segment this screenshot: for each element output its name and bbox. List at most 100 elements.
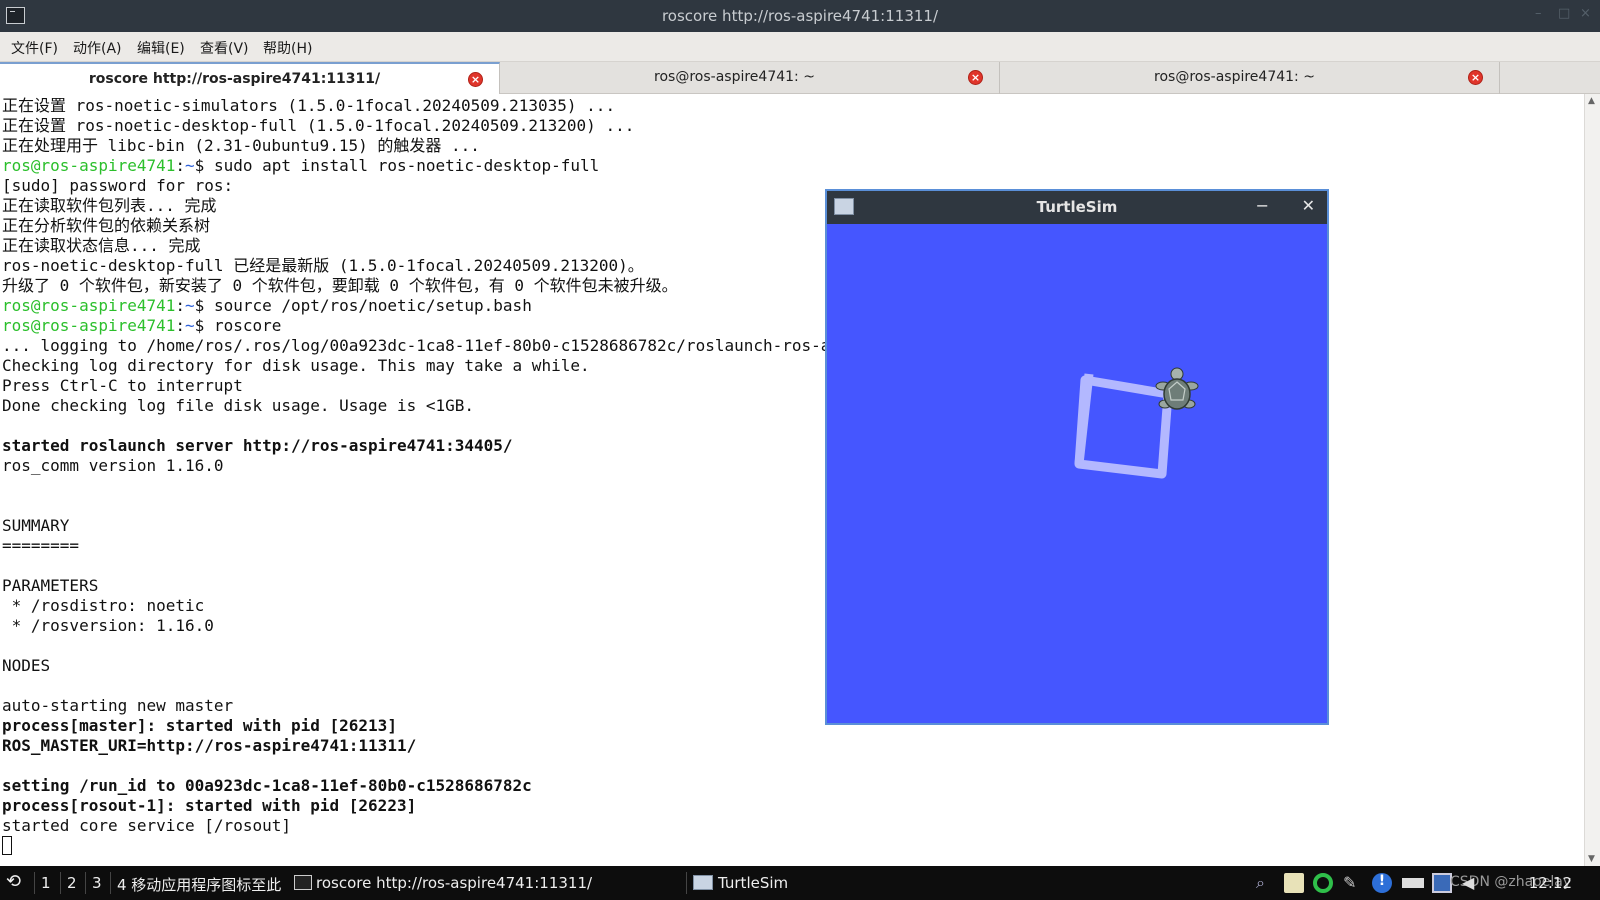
turtlesim-canvas xyxy=(1074,367,1199,479)
menu-file[interactable]: 文件(F) xyxy=(11,38,58,58)
close-icon[interactable]: ✕ xyxy=(1302,196,1315,215)
tab-close-icon[interactable]: × xyxy=(1468,70,1483,85)
clipboard-icon[interactable] xyxy=(1284,873,1304,893)
task-roscore[interactable]: roscore http://ros-aspire4741:11311/ xyxy=(316,874,592,892)
terminal-text: roscore xyxy=(213,316,282,335)
tab-terminal-3[interactable]: ros@ros-aspire4741: ~ × xyxy=(1000,62,1500,94)
terminal-text: 正在读取状态信息... 完成 xyxy=(2,236,201,255)
menu-view[interactable]: 查看(V) xyxy=(200,38,249,58)
terminal-line: [sudo] password for ros: xyxy=(2,176,1584,196)
turtlesim-titlebar[interactable]: TurtleSim − ✕ xyxy=(827,191,1327,224)
terminal-line: process[master]: started with pid [26213… xyxy=(2,716,1584,736)
keyboard-icon[interactable] xyxy=(1402,878,1424,888)
turtlesim-window[interactable]: TurtleSim − ✕ xyxy=(825,189,1329,725)
menu-edit[interactable]: 编辑(E) xyxy=(137,38,185,58)
tab-label: roscore http://ros-aspire4741:11311/ xyxy=(88,71,381,87)
scroll-up-icon[interactable]: ▲ xyxy=(1588,96,1595,106)
terminal-line: ros_comm version 1.16.0 xyxy=(2,456,1584,476)
terminal-text: sudo apt install ros-noetic-desktop-full xyxy=(213,156,600,175)
app-menu-icon[interactable]: ⟲ xyxy=(6,871,21,892)
network-icon[interactable] xyxy=(1432,873,1452,893)
tab-bar: roscore http://ros-aspire4741:11311/ × r… xyxy=(0,62,1600,94)
scroll-down-icon[interactable]: ▼ xyxy=(1588,854,1595,864)
pen-icon[interactable]: ✎ xyxy=(1343,873,1363,893)
menu-action[interactable]: 动作(A) xyxy=(73,38,122,58)
turtle-icon xyxy=(1155,367,1199,410)
terminal-line: auto-starting new master xyxy=(2,696,1584,716)
terminal-line: 正在设置 ros-noetic-simulators (1.5.0-1focal… xyxy=(2,96,1584,116)
terminal-line: ======== xyxy=(2,536,1584,556)
prompt-path: ~ xyxy=(185,316,195,335)
terminal-line: 正在读取软件包列表... 完成 xyxy=(2,196,1584,216)
terminal-line: * /rosversion: 1.16.0 xyxy=(2,616,1584,636)
terminal-line: ... logging to /home/ros/.ros/log/00a923… xyxy=(2,336,1584,356)
prompt-user: ros@ros-aspire4741 xyxy=(2,316,176,335)
window-icon xyxy=(693,875,713,890)
terminal-text: NODES xyxy=(2,656,51,675)
terminal-line: Done checking log file disk usage. Usage… xyxy=(2,396,1584,416)
terminal-text: 正在设置 ros-noetic-desktop-full (1.5.0-1foc… xyxy=(2,116,635,135)
terminal-line: ros@ros-aspire4741:~$ source /opt/ros/no… xyxy=(2,296,532,315)
terminal-text: 升级了 0 个软件包，新安装了 0 个软件包，要卸载 0 个软件包，有 0 个软… xyxy=(2,276,678,295)
launcher-hint: 4 移动应用程序图标至此 xyxy=(117,876,282,894)
maximize-icon[interactable]: □ xyxy=(1558,6,1570,21)
terminal-text: started roslaunch server http://ros-aspi… xyxy=(2,436,513,455)
terminal-icon xyxy=(294,875,312,890)
terminal-line: ros-noetic-desktop-full 已经是最新版 (1.5.0-1f… xyxy=(2,256,1584,276)
terminal-line: * /rosdistro: noetic xyxy=(2,596,1584,616)
terminal-line: started core service [/rosout] xyxy=(2,816,1584,836)
search-icon[interactable]: ⌕ xyxy=(1256,873,1276,893)
terminal-line: started roslaunch server http://ros-aspi… xyxy=(2,436,1584,456)
terminal-scrollbar[interactable]: ▲ ▼ xyxy=(1584,94,1600,866)
terminal-output[interactable]: 正在设置 ros-noetic-simulators (1.5.0-1focal… xyxy=(0,94,1584,866)
terminal-text: 正在读取软件包列表... 完成 xyxy=(2,196,217,215)
volume-icon[interactable]: ◀ xyxy=(1462,873,1482,893)
terminal-text: Checking log directory for disk usage. T… xyxy=(2,356,590,375)
tab-terminal-2[interactable]: ros@ros-aspire4741: ~ × xyxy=(500,62,1000,94)
terminal-text: started core service [/rosout] xyxy=(2,816,291,835)
menu-help[interactable]: 帮助(H) xyxy=(263,38,312,58)
terminal-cursor xyxy=(2,836,12,855)
terminal-line: 升级了 0 个软件包，新安装了 0 个软件包，要卸载 0 个软件包，有 0 个软… xyxy=(2,276,1584,296)
terminal-text: Press Ctrl-C to interrupt xyxy=(2,376,243,395)
minimize-icon[interactable]: − xyxy=(1256,196,1269,215)
workspace-3[interactable]: 3 xyxy=(92,874,102,892)
terminal-line: 正在分析软件包的依赖关系树 xyxy=(2,216,1584,236)
workspace-2[interactable]: 2 xyxy=(67,874,77,892)
terminal-line: SUMMARY xyxy=(2,516,1584,536)
terminal-line: PARAMETERS xyxy=(2,576,1584,596)
tab-close-icon[interactable]: × xyxy=(968,70,983,85)
menu-bar: 文件(F) 动作(A) 编辑(E) 查看(V) 帮助(H) xyxy=(0,32,1600,62)
workspace-1[interactable]: 1 xyxy=(41,874,51,892)
status-ring-icon[interactable] xyxy=(1313,873,1333,893)
task-turtlesim[interactable]: TurtleSim xyxy=(718,874,788,892)
terminal-text: 正在处理用于 libc-bin (2.31-0ubuntu9.15) 的触发器 … xyxy=(2,136,480,155)
window-titlebar: roscore http://ros-aspire4741:11311/ – □… xyxy=(0,0,1600,32)
terminal-line: setting /run_id to 00a923dc-1ca8-11ef-80… xyxy=(2,776,1584,796)
terminal-line: 正在处理用于 libc-bin (2.31-0ubuntu9.15) 的触发器 … xyxy=(2,136,1584,156)
terminal-text: * /rosversion: 1.16.0 xyxy=(2,616,214,635)
tab-close-icon[interactable]: × xyxy=(468,72,483,87)
tab-roscore[interactable]: roscore http://ros-aspire4741:11311/ × xyxy=(0,62,500,94)
prompt-user: ros@ros-aspire4741 xyxy=(2,296,176,315)
taskbar: ⟲ 1 2 3 4 移动应用程序图标至此 roscore http://ros-… xyxy=(0,866,1600,900)
terminal-text: process[master]: started with pid [26213… xyxy=(2,716,397,735)
close-icon[interactable]: × xyxy=(1580,6,1591,21)
prompt-user: ros@ros-aspire4741 xyxy=(2,156,176,175)
terminal-text: process[rosout-1]: started with pid [262… xyxy=(2,796,417,815)
info-icon[interactable]: ! xyxy=(1372,873,1392,893)
clock[interactable]: 12:12 xyxy=(1529,874,1572,892)
terminal-line: process[rosout-1]: started with pid [262… xyxy=(2,796,1584,816)
minimize-icon[interactable]: – xyxy=(1535,6,1542,21)
terminal-text: setting /run_id to 00a923dc-1ca8-11ef-80… xyxy=(2,776,532,795)
terminal-line: ROS_MASTER_URI=http://ros-aspire4741:113… xyxy=(2,736,1584,756)
terminal-line: 正在读取状态信息... 完成 xyxy=(2,236,1584,256)
terminal-line: ros@ros-aspire4741:~$ roscore xyxy=(2,316,282,335)
terminal-text: ======== xyxy=(2,536,80,555)
terminal-line: Press Ctrl-C to interrupt xyxy=(2,376,1584,396)
terminal-text: Done checking log file disk usage. Usage… xyxy=(2,396,475,415)
